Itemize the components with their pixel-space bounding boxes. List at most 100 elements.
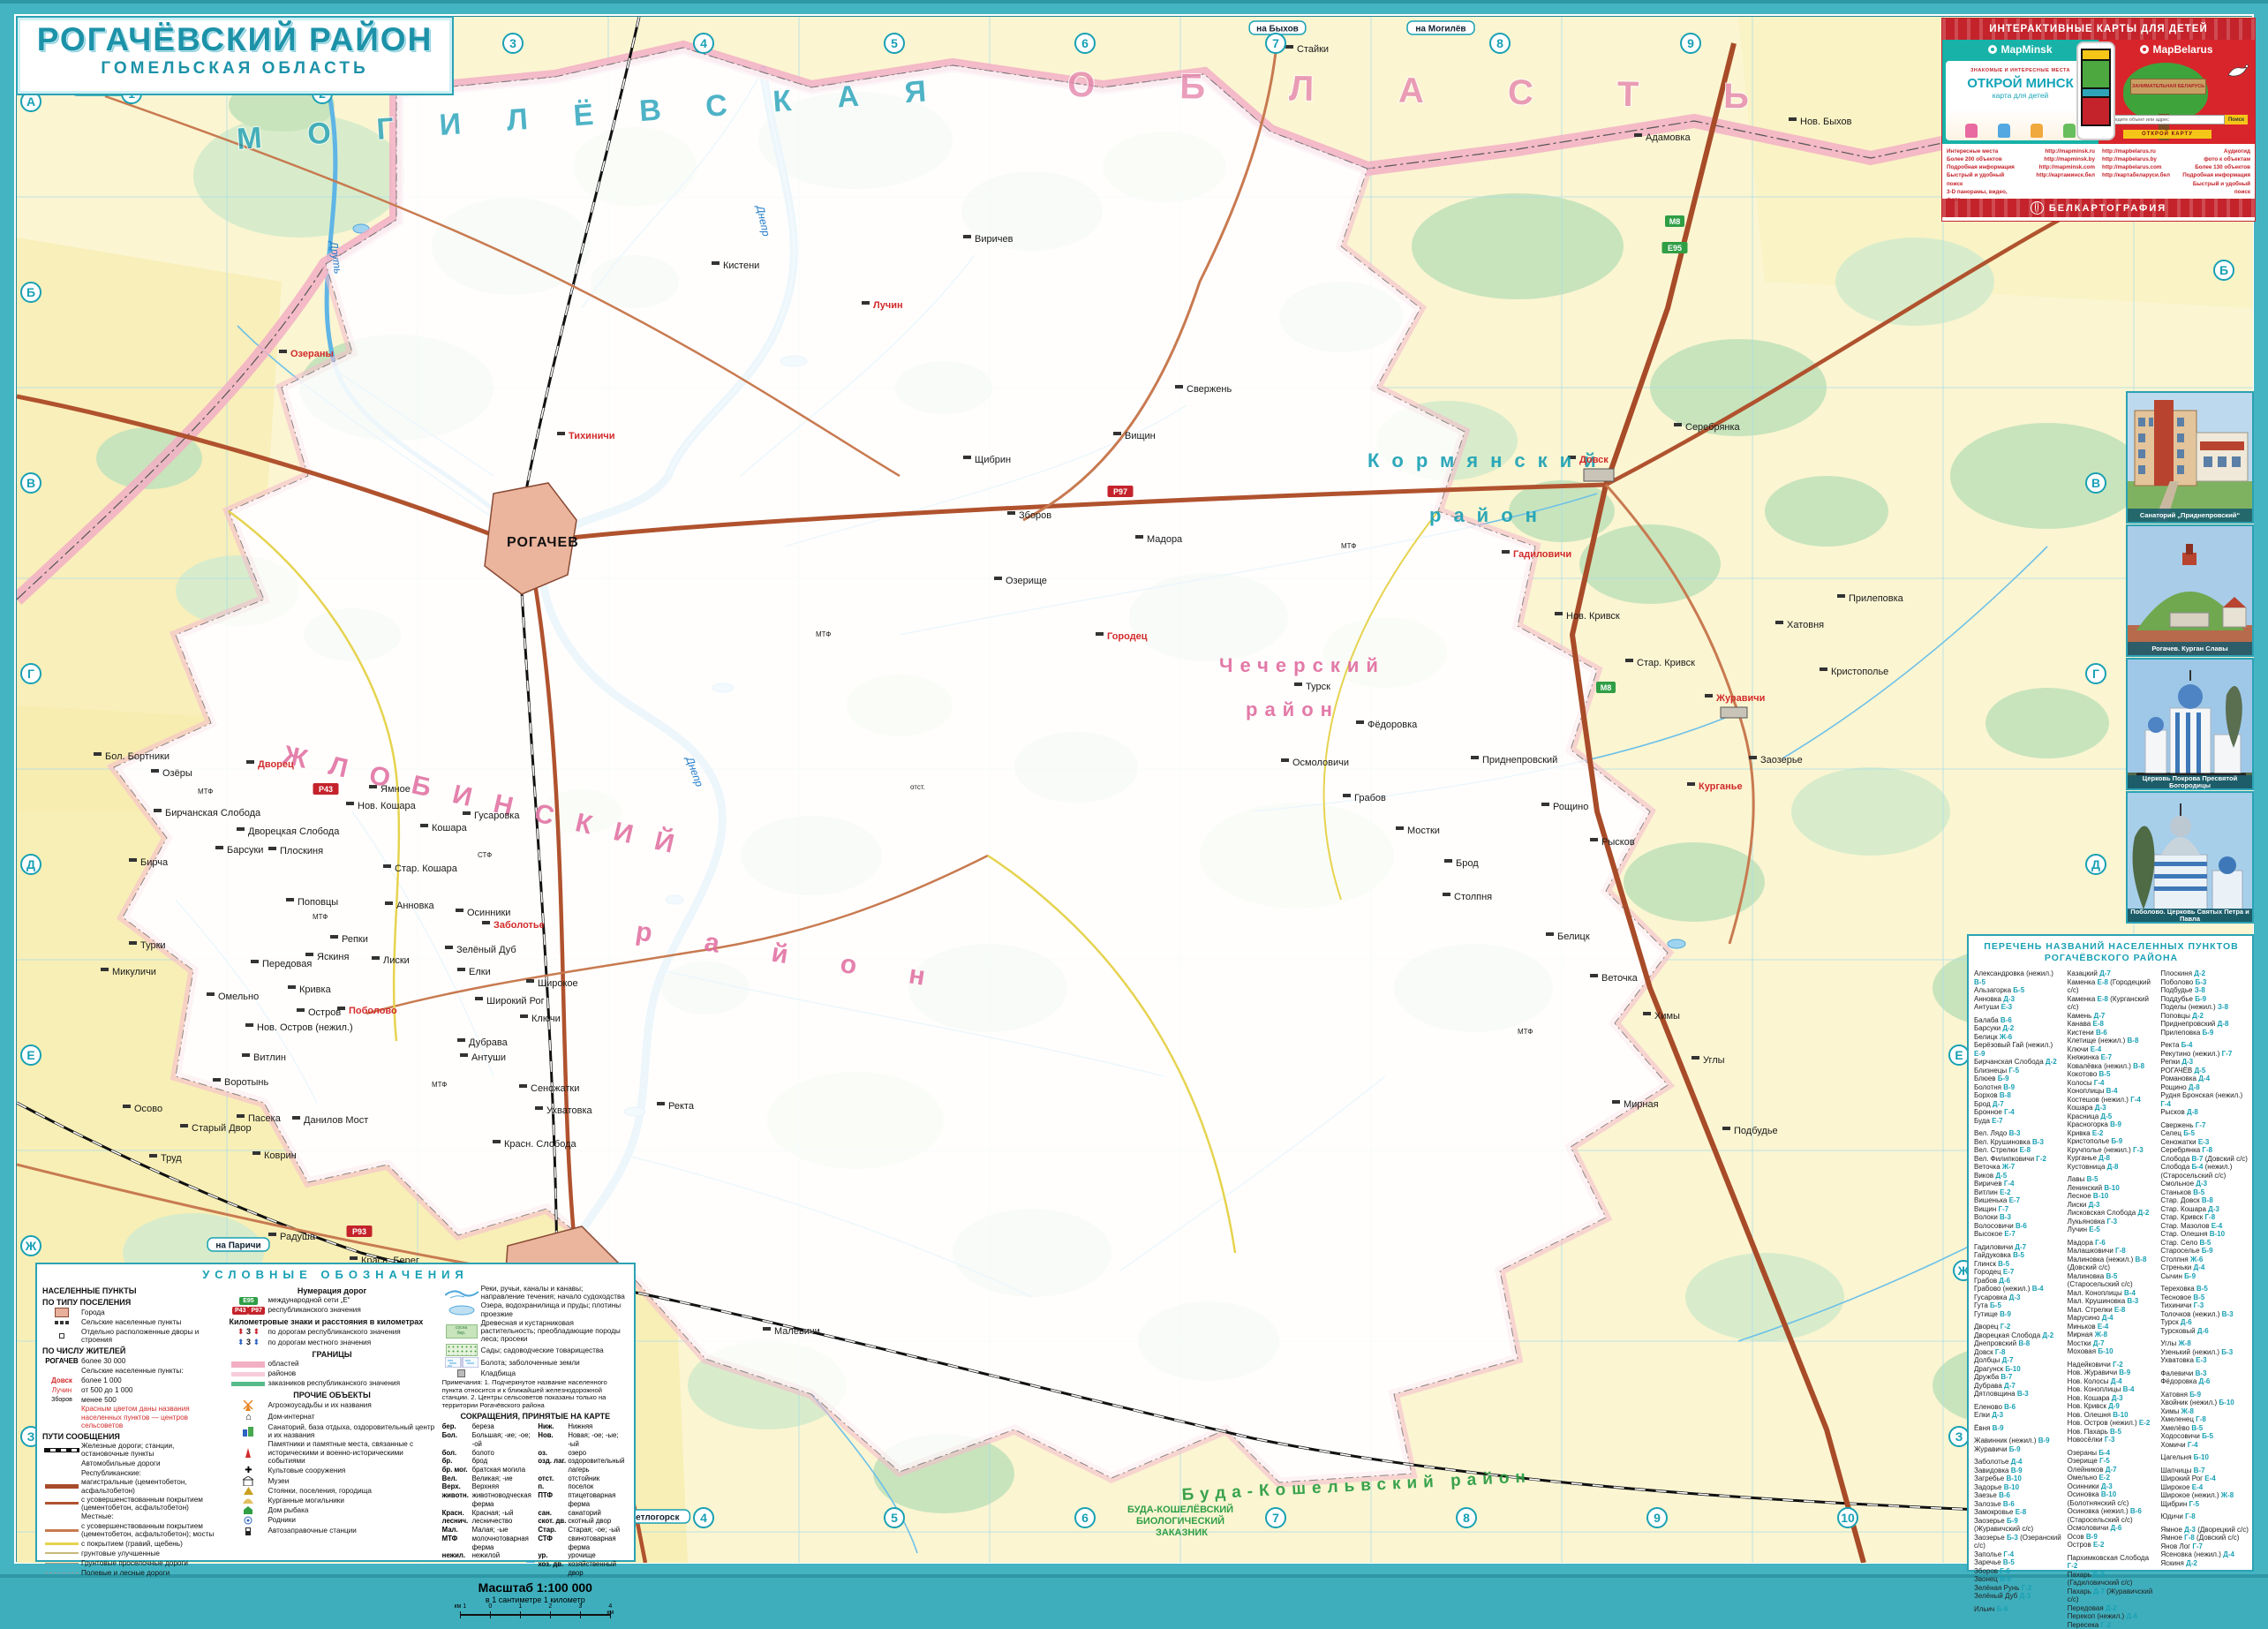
index-entry: Близнецы Г-5 — [1974, 1067, 2062, 1075]
map-label: РОГАЧЕВ — [507, 535, 579, 550]
museum-symbol — [229, 1476, 267, 1486]
legend-row: магистральные (цементобетон, асфальтобет… — [42, 1478, 222, 1494]
road-badge: Е95 — [1662, 242, 1688, 253]
index-entry: Поддубье Б-9 — [2160, 995, 2249, 1004]
lake-symbol — [442, 1305, 481, 1316]
map-label: Зелёный Дуб — [456, 945, 516, 955]
index-entry: Широкое (нежил.) Ж-8 — [2160, 1491, 2249, 1500]
index-entry: Мостки Д-7 — [2068, 1339, 2156, 1348]
map-label: Стайки — [1297, 44, 1329, 55]
legend-label: Дом-интернат — [267, 1413, 314, 1421]
smp1-symbol: РОГАЧЕВ — [42, 1357, 81, 1365]
svg-text:М8: М8 — [1601, 683, 1612, 692]
legend-label: от 500 до 1 000 — [81, 1386, 132, 1394]
district-title: РОГАЧЁВСКИЙ РАЙОН — [18, 21, 452, 58]
index-column: Плоскиня Д-2Поболово Б-3Подбудье З-8Подд… — [2160, 969, 2249, 1629]
legend-label: Памятники и памятные места, связанные с … — [267, 1440, 434, 1465]
index-entry: Нов. Пахарь В-5 — [2068, 1428, 2156, 1437]
legend-row: заказников республиканского значения — [229, 1379, 434, 1388]
index-entry: Клетище (нежил.) В-8 — [2068, 1037, 2156, 1045]
photo-column: Санаторий „Приднепровский“ Рогачев. Кург… — [2126, 391, 2254, 924]
index-entry: Щибрин Г-5 — [2160, 1500, 2249, 1509]
map-label: Плоскиня — [280, 846, 323, 856]
cem-symbol — [442, 1369, 481, 1377]
index-entry: Берёзовый Гай (нежил.) Е-9 — [1974, 1041, 2062, 1058]
map-label: Микуличи — [112, 967, 156, 977]
index-entry: Белицк Ж-6 — [1974, 1033, 2062, 1042]
grid-label-right: Е — [1949, 1045, 1969, 1065]
index-entry: Задорье В-10 — [1974, 1483, 2062, 1492]
legend-label: с усовершенствованным покрытием (цементо… — [81, 1496, 222, 1512]
index-entry: Гадиловичи Д-7 — [1974, 1243, 2062, 1252]
index-entry: Ковалёвка (нежил.) В-8 — [2068, 1062, 2156, 1071]
rloc-symbol — [42, 1529, 81, 1532]
scale-title: Масштаб 1:100 000 — [442, 1580, 629, 1595]
index-entry: Зелёный Дуб Д-3 — [1974, 1592, 2062, 1601]
index-entry: Хмеленец Г-8 — [2160, 1415, 2249, 1424]
index-entry: Гайдуковка В-5 — [1974, 1251, 2062, 1260]
legend-notes: Примечания: 1. Подчеркнутое название нас… — [442, 1379, 629, 1409]
legend-row: Агроэкоусадьбы и их названия — [229, 1400, 434, 1411]
grid-label-right: З — [1949, 1427, 1969, 1446]
legend-label: с покрытием (гравий, щебень) — [81, 1540, 183, 1548]
svg-text:З: З — [1955, 1429, 1963, 1444]
index-entry: Пахарь Б-9 (Гадиловичский с/с) — [2068, 1571, 2156, 1588]
grid-label-bottom: 10 — [1838, 1508, 1857, 1527]
index-entry: Курганье Д-8 — [2068, 1154, 2156, 1163]
index-entry: Дубрава Д-7 — [1974, 1382, 2062, 1391]
map-label: Химы — [1654, 1011, 1680, 1022]
legend-label: Республиканские: — [81, 1469, 141, 1477]
rgrav-symbol — [42, 1542, 81, 1545]
legend-label: Курганные могильники — [267, 1497, 343, 1505]
index-entry: Долбцы Д-7 — [1974, 1356, 2062, 1365]
map-label: Тихиничи — [569, 431, 615, 441]
index-entry: Звонец В-6 — [1974, 1575, 2062, 1584]
map-label: Бол. Бортники — [105, 751, 170, 762]
index-entry: Свержень Г-7 — [2160, 1121, 2249, 1130]
map-label: Нов. Быхов — [1800, 117, 1852, 127]
belkartografia-label: БЕЛКАРТОГРАФИЯ — [2049, 203, 2166, 214]
index-entry: Омельно Е-2 — [2068, 1474, 2156, 1482]
index-entry: Цагельня Б-10 — [2160, 1453, 2249, 1462]
map-label: Бирчанская Слобода — [165, 808, 261, 818]
index-entry: Репки Д-3 — [2160, 1058, 2249, 1067]
index-entry: Ясеновка (нежил.) Д-4 — [2160, 1550, 2249, 1559]
legend-row: ⬍ 3 ⬍по дорогам республиканского значени… — [229, 1327, 434, 1337]
svg-text:7: 7 — [1272, 1511, 1279, 1525]
spring-symbol — [229, 1516, 267, 1525]
index-entry: Малиновка В-5 (Старосельский с/с) — [2068, 1272, 2156, 1289]
map-label: Поболово — [349, 1006, 397, 1016]
mapminsk-subline: карта для детей — [1946, 91, 2095, 100]
svg-text:9: 9 — [1654, 1511, 1661, 1525]
index-entry: Волосовичи В-6 — [1974, 1222, 2062, 1231]
legend-row: ⬍ 3 ⬍по дорогам местного значения — [229, 1338, 434, 1347]
index-entry: Лисковская Слобода Д-2 — [2068, 1209, 2156, 1218]
map-label: БИОЛОГИЧЕСКИЙ — [1136, 1515, 1224, 1527]
river-symbol — [442, 1286, 481, 1299]
map-label: Дубрава — [469, 1037, 509, 1048]
index-entry: Камень Д-7 — [2068, 1012, 2156, 1021]
index-entry: Ямное Г-8 (Довский с/с) — [2160, 1534, 2249, 1542]
legend-label: Сады; садоводческие товарищества — [481, 1346, 604, 1354]
index-entry: Мадора Г-6 — [2068, 1239, 2156, 1248]
legend-row: Памятники и памятные места, связанные с … — [229, 1440, 434, 1465]
legend-title: УСЛОВНЫЕ ОБОЗНАЧЕНИЯ — [42, 1268, 629, 1281]
mapbelarus-features: Аудиогидфото к объектамБолее 130 объекто… — [2175, 144, 2255, 199]
legend-row: ГРАНИЦЫ — [229, 1350, 434, 1359]
vill-symbol — [42, 1321, 81, 1324]
index-entry: Хмелёво В-5 — [2160, 1424, 2249, 1433]
mapbelarus-brand: MapBelarus — [2152, 43, 2212, 56]
map-label: Журавичи — [1715, 693, 1765, 704]
index-entry: Ходосовичи Б-5 — [2160, 1432, 2249, 1441]
grid-label-top: 8 — [1490, 34, 1510, 53]
map-label: Радуша — [280, 1232, 316, 1242]
index-entry: Нов. Коноплицы В-4 — [2068, 1385, 2156, 1394]
stoy-symbol — [229, 1487, 267, 1495]
index-entry: Веточка Ж-7 — [1974, 1163, 2062, 1172]
legend-row: ПО ТИПУ ПОСЕЛЕНИЯ — [42, 1298, 222, 1307]
legend-label: Грунтовые проселочные дороги — [81, 1559, 188, 1567]
index-entry: Городец Е-7 — [1974, 1268, 2062, 1277]
index-entry: Виков Д-5 — [1974, 1172, 2062, 1180]
index-entry: Подбудье З-8 — [2160, 986, 2249, 995]
legend-label: Стоянки, поселения, городища — [267, 1487, 371, 1495]
